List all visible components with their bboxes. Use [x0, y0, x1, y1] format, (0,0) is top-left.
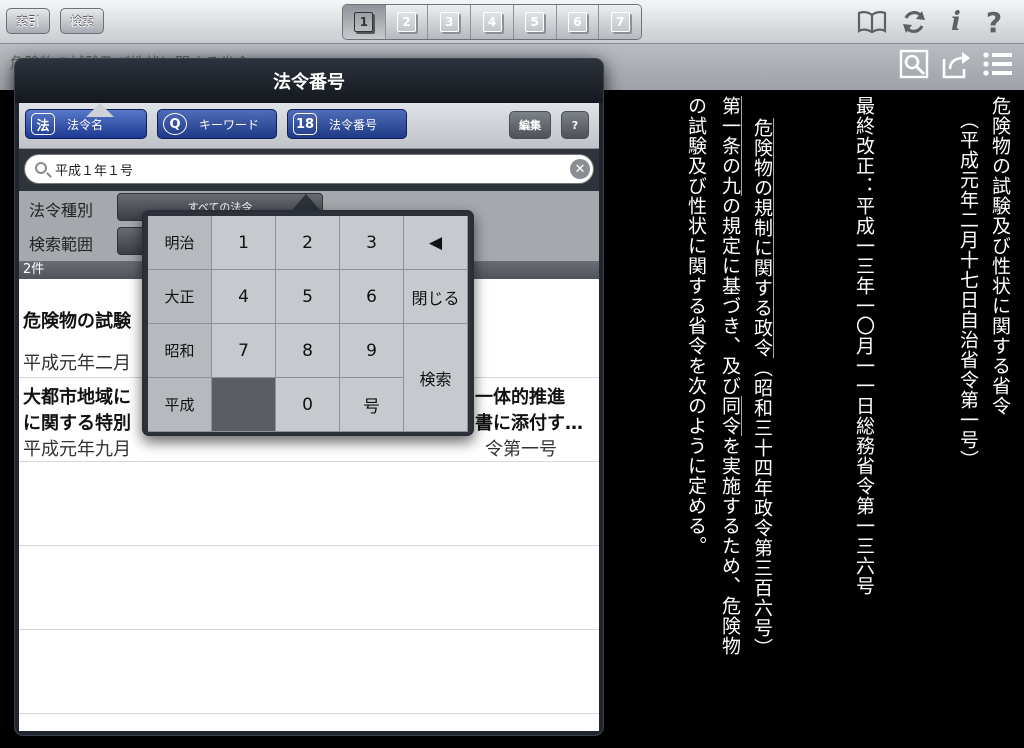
key-backspace[interactable]: ◀ — [404, 216, 468, 270]
app-screen: { "topbar": { "index_button": "索引", "sea… — [0, 0, 1024, 748]
key-go[interactable]: 号 — [340, 378, 404, 432]
tab-keyword[interactable]: Q キーワード — [157, 109, 277, 139]
key-era-heisei[interactable]: 平成 — [148, 378, 212, 432]
page-tab-5[interactable]: 5 — [513, 5, 557, 39]
help-icon[interactable]: ? — [978, 6, 1010, 39]
same-law-link[interactable]: 同令 — [719, 396, 742, 436]
zoom-icon[interactable] — [898, 48, 930, 80]
key-blank — [212, 378, 276, 432]
search-scope-label: 検索範囲 — [29, 235, 94, 254]
document-body-col1: 危険物の規制に関する政令（昭和三十四年政令第三百六号） — [751, 118, 774, 658]
document-view: 危険物の試験及び性状に関する省令 （平成元年二月十七日自治省令第一号） 最終改正… — [600, 90, 1024, 748]
search-button[interactable]: 検索 — [60, 8, 104, 34]
page-tab-2[interactable]: 2 — [385, 5, 429, 39]
document-last-revision: 最終改正：平成一三年一〇月一一日総務省令第一三六号 — [853, 96, 875, 596]
speech-bubble-icon: Q — [163, 113, 187, 135]
search-icon — [35, 162, 47, 174]
popover-help-button[interactable]: ? — [561, 111, 589, 139]
share-icon[interactable] — [940, 48, 972, 80]
key-1[interactable]: 1 — [212, 216, 276, 270]
key-4[interactable]: 4 — [212, 270, 276, 324]
page-tab-6[interactable]: 6 — [556, 5, 600, 39]
document-title: 危険物の試験及び性状に関する省令 — [989, 96, 1011, 416]
page-tab-4[interactable]: 4 — [471, 5, 514, 39]
key-era-taisho[interactable]: 大正 — [148, 270, 212, 324]
key-9[interactable]: 9 — [340, 324, 404, 378]
tab-law-number[interactable]: 18 法令番号 — [287, 109, 407, 139]
clear-icon[interactable]: ✕ — [570, 159, 590, 179]
row-divider — [19, 629, 599, 630]
key-close[interactable]: 閉じる — [404, 270, 468, 324]
key-7[interactable]: 7 — [212, 324, 276, 378]
key-2[interactable]: 2 — [276, 216, 340, 270]
keypad-arrow — [292, 194, 320, 210]
row-divider — [19, 461, 599, 462]
search-row: ✕ — [19, 149, 599, 191]
refresh-icon[interactable] — [898, 6, 930, 38]
law-icon: 法 — [31, 113, 55, 135]
popover-title: 法令番号 — [15, 59, 603, 103]
top-toolbar: 索引 検索 1 2 3 4 5 6 7 i ? — [0, 0, 1024, 44]
row-divider — [19, 545, 599, 546]
article-link[interactable]: 第一条の九 — [719, 96, 742, 196]
page-tab-7[interactable]: 7 — [599, 5, 641, 39]
page-switcher: 1 2 3 4 5 6 7 — [342, 4, 642, 40]
document-promulgation: （平成元年二月十七日自治省令第一号） — [957, 110, 979, 470]
page-tab-1[interactable]: 1 — [343, 5, 386, 39]
key-6[interactable]: 6 — [340, 270, 404, 324]
info-icon[interactable]: i — [940, 6, 972, 38]
document-body-col2: 第一条の九の規定に基づき、及び同令を実施するため、危険物 — [719, 96, 742, 656]
key-0[interactable]: 0 — [276, 378, 340, 432]
book-icon[interactable] — [856, 6, 888, 38]
list-icon[interactable] — [982, 48, 1014, 80]
key-8[interactable]: 8 — [276, 324, 340, 378]
row-divider — [19, 713, 599, 714]
index-button[interactable]: 索引 — [6, 8, 50, 34]
popover-arrow — [86, 103, 114, 117]
key-era-showa[interactable]: 昭和 — [148, 324, 212, 378]
search-input[interactable] — [55, 158, 555, 180]
edit-button[interactable]: 編集 — [509, 111, 551, 139]
key-era-meiji[interactable]: 明治 — [148, 216, 212, 270]
key-5[interactable]: 5 — [276, 270, 340, 324]
document-body-col3: の試験及び性状に関する省令を次のように定める。 — [685, 96, 707, 556]
law-number-icon: 18 — [293, 113, 317, 135]
page-tab-3[interactable]: 3 — [428, 5, 472, 39]
key-search[interactable]: 検索 — [404, 324, 468, 432]
search-box: ✕ — [24, 154, 594, 184]
law-number-keypad: 明治 大正 昭和 平成 1 2 3 ◀ 4 5 6 閉じる 7 8 9 検索 0… — [142, 210, 474, 436]
law-link[interactable]: 危険物の規制に関する政令 — [751, 118, 774, 358]
law-type-label: 法令種別 — [29, 201, 94, 220]
key-3[interactable]: 3 — [340, 216, 404, 270]
